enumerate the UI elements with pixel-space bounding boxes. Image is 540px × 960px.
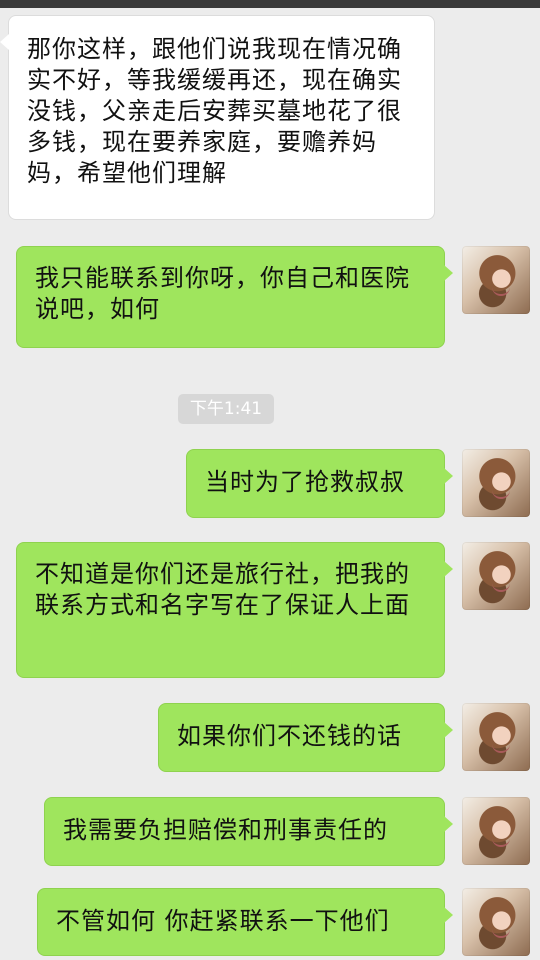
message-bubble-outgoing[interactable]: 如果你们不还钱的话 — [158, 703, 453, 772]
message-bubble-outgoing[interactable]: 我需要负担赔偿和刑事责任的 — [44, 797, 453, 866]
message-text: 那你这样，跟他们说我现在情况确实不好，等我缓缓再还，现在确实没钱，父亲走后安葬买… — [27, 35, 402, 187]
message-text: 我只能联系到你呀，你自己和医院说吧，如何 — [35, 264, 410, 323]
message-text: 不管如何 你赶紧联系一下他们 — [56, 907, 390, 935]
message-bubble-outgoing[interactable]: 不知道是你们还是旅行社，把我的联系方式和名字写在了保证人上面 — [16, 542, 453, 678]
message-bubble-outgoing[interactable]: 当时为了抢救叔叔 — [186, 449, 453, 518]
message-text: 不知道是你们还是旅行社，把我的联系方式和名字写在了保证人上面 — [35, 560, 410, 619]
avatar[interactable] — [462, 703, 530, 771]
timestamp: 下午1:41 — [178, 394, 274, 424]
message-text: 如果你们不还钱的话 — [177, 722, 402, 750]
avatar[interactable] — [462, 888, 530, 956]
status-bar-strip — [0, 0, 540, 8]
message-bubble-outgoing[interactable]: 我只能联系到你呀，你自己和医院说吧，如何 — [16, 246, 453, 348]
avatar[interactable] — [462, 797, 530, 865]
message-text: 当时为了抢救叔叔 — [205, 468, 405, 496]
avatar[interactable] — [462, 542, 530, 610]
avatar[interactable] — [462, 449, 530, 517]
message-bubble-incoming[interactable]: 那你这样，跟他们说我现在情况确实不好，等我缓缓再还，现在确实没钱，父亲走后安葬买… — [0, 15, 435, 220]
message-bubble-outgoing[interactable]: 不管如何 你赶紧联系一下他们 — [37, 888, 453, 956]
message-text: 我需要负担赔偿和刑事责任的 — [63, 816, 388, 844]
avatar[interactable] — [462, 246, 530, 314]
